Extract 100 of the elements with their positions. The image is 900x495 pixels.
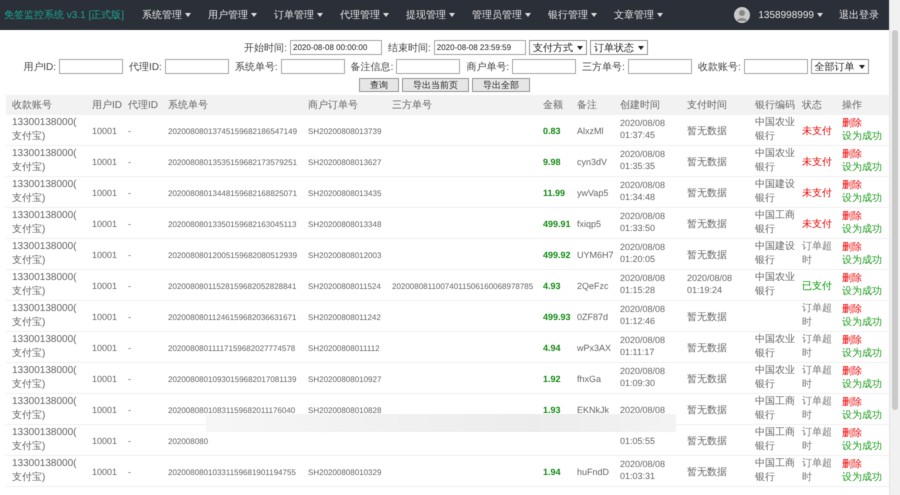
user-menu[interactable]: 1358998999 bbox=[758, 10, 823, 20]
input-field[interactable] bbox=[396, 59, 460, 74]
table-cell: 10001 bbox=[92, 125, 118, 138]
table-cell: huFndD bbox=[577, 466, 610, 478]
mark-success-link[interactable]: 设为成功 bbox=[842, 347, 882, 360]
dropdown[interactable]: 全部订单 bbox=[810, 59, 869, 74]
delete-link[interactable]: 删除 bbox=[842, 364, 862, 378]
field-label: 开始时间: bbox=[244, 42, 287, 54]
mark-success-link[interactable]: 设为成功 bbox=[842, 316, 882, 330]
table-cell: 10001 bbox=[92, 156, 118, 168]
caret-icon bbox=[817, 13, 823, 17]
table-cell-text: 13300138000(支付宝) bbox=[12, 147, 78, 174]
table-cell: 202008080 bbox=[168, 437, 208, 448]
toolbar-button[interactable]: 导出全部 bbox=[472, 78, 530, 92]
table-cell-text: 13300138000(支付宝) bbox=[12, 364, 78, 392]
menu-item[interactable]: 提现管理 bbox=[406, 8, 456, 22]
delete-link[interactable]: 删除 bbox=[842, 178, 862, 192]
status-label: 订单超时 bbox=[802, 333, 833, 360]
mark-success-link[interactable]: 设为成功 bbox=[842, 254, 882, 268]
toolbar-button[interactable]: 查询 bbox=[359, 78, 399, 92]
delete-link[interactable]: 删除 bbox=[842, 272, 862, 285]
table-cell-text: 13300138000(支付宝) bbox=[12, 240, 78, 268]
table-cell: 2QeFzc bbox=[577, 280, 609, 292]
table-cell: 暂无数据 bbox=[687, 311, 727, 324]
delete-link[interactable]: 删除 bbox=[842, 396, 862, 409]
field-label: 备注信息: bbox=[350, 60, 394, 74]
delete-link[interactable]: 删除 bbox=[842, 302, 862, 316]
table-cell: 20200808011246159682036631671 bbox=[168, 313, 296, 324]
caret-icon bbox=[638, 46, 644, 50]
mark-success-link[interactable]: 设为成功 bbox=[842, 471, 882, 484]
table-cell: 10001 bbox=[92, 373, 118, 386]
dropdown[interactable]: 订单状态 bbox=[590, 40, 648, 55]
status-label: 订单超时 bbox=[802, 457, 833, 484]
delete-link[interactable]: 删除 bbox=[842, 426, 862, 440]
field-label: 收款账号: bbox=[698, 60, 741, 74]
table-cell: - bbox=[128, 373, 131, 386]
table-cell-text: 13300138000(支付宝) bbox=[12, 426, 78, 454]
table-cell: 1.93 bbox=[543, 404, 561, 416]
table-cell: SH20200808013739 bbox=[308, 127, 382, 138]
mark-success-link[interactable]: 设为成功 bbox=[842, 130, 882, 144]
toolbar-button[interactable]: 导出当前页 bbox=[402, 78, 469, 92]
mark-success-link[interactable]: 设为成功 bbox=[842, 409, 882, 422]
logout-link[interactable]: 退出登录 bbox=[839, 8, 879, 22]
mark-success-link[interactable]: 设为成功 bbox=[842, 192, 882, 206]
input-field[interactable] bbox=[164, 59, 229, 74]
delete-link[interactable]: 删除 bbox=[842, 334, 862, 347]
delete-link[interactable]: 删除 bbox=[842, 240, 862, 254]
table-cell: fhxGa bbox=[577, 373, 602, 386]
input-field[interactable] bbox=[512, 59, 576, 74]
caret-icon bbox=[591, 13, 598, 17]
mark-success-link[interactable]: 设为成功 bbox=[842, 161, 882, 174]
delete-link[interactable]: 删除 bbox=[842, 148, 862, 161]
table-cell: 10001 bbox=[92, 404, 118, 416]
dropdown[interactable]: 支付方式 bbox=[528, 40, 587, 55]
input-field[interactable]: 2020-08-08 00:00:00 bbox=[290, 40, 382, 55]
mark-success-link[interactable]: 设为成功 bbox=[842, 378, 882, 392]
table-cell-text: 中国工商银行 bbox=[755, 426, 796, 454]
status-label: 订单超时 bbox=[802, 395, 833, 422]
table-cell: 01:05:55 bbox=[620, 435, 656, 448]
field-label: 用户ID: bbox=[23, 60, 56, 74]
menu-item[interactable]: 文章管理 bbox=[614, 8, 664, 22]
column-header: 三方单号 bbox=[386, 95, 537, 115]
table-cell-text: 13300138000(支付宝) bbox=[12, 302, 78, 330]
table-cell: 10001 bbox=[92, 435, 118, 448]
menu-item[interactable]: 系统管理 bbox=[142, 8, 192, 22]
table-cell-text: 2020/08/08 01:15:28 bbox=[620, 272, 666, 296]
menu-item[interactable]: 订单管理 bbox=[274, 8, 324, 22]
mark-success-link[interactable]: 设为成功 bbox=[842, 223, 882, 236]
table-cell: - bbox=[128, 342, 131, 354]
input-field[interactable] bbox=[280, 59, 345, 74]
mark-success-link[interactable]: 设为成功 bbox=[842, 440, 882, 454]
table-cell: EKNkJk bbox=[577, 404, 610, 416]
avatar-icon[interactable] bbox=[734, 7, 750, 23]
scrollbar[interactable] bbox=[889, 0, 900, 495]
column-header: 创建时间 bbox=[614, 95, 681, 115]
table-cell-text: 13300138000(支付宝) bbox=[12, 271, 78, 298]
table-cell: - bbox=[128, 404, 131, 416]
table-cell-text: 中国农业银行 bbox=[755, 364, 796, 392]
input-field[interactable] bbox=[744, 59, 808, 74]
status-label: 未支付 bbox=[802, 218, 833, 232]
table-cell-text: 中国工商银行 bbox=[755, 457, 796, 484]
table-cell: 暂无数据 bbox=[687, 342, 727, 356]
input-field[interactable]: 2020-08-08 23:59:59 bbox=[434, 40, 526, 55]
delete-link[interactable]: 删除 bbox=[842, 210, 862, 223]
mark-success-link[interactable]: 设为成功 bbox=[842, 285, 882, 298]
table-cell: - bbox=[128, 125, 131, 138]
status-label: 已支付 bbox=[802, 280, 833, 294]
status-label: 未支付 bbox=[802, 156, 833, 170]
table-cell-text: 2020/08/08 01:33:50 bbox=[620, 210, 666, 234]
menu-item[interactable]: 银行管理 bbox=[548, 8, 598, 22]
input-field[interactable] bbox=[628, 59, 692, 74]
menu-item[interactable]: 代理管理 bbox=[340, 8, 390, 22]
menu-item[interactable]: 用户管理 bbox=[208, 8, 258, 22]
input-field[interactable] bbox=[59, 59, 124, 74]
menu-item[interactable]: 管理员管理 bbox=[472, 8, 532, 22]
delete-link[interactable]: 删除 bbox=[842, 116, 862, 130]
delete-link[interactable]: 删除 bbox=[842, 458, 862, 471]
table-cell: SH20200808010329 bbox=[308, 468, 382, 479]
caret-icon bbox=[317, 13, 324, 17]
field-label: 结束时间: bbox=[388, 42, 431, 54]
